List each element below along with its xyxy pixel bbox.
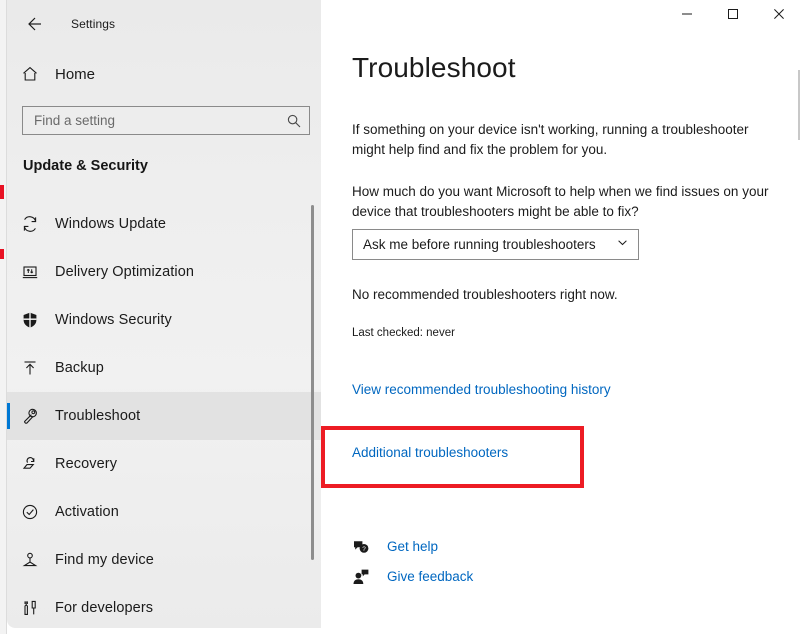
- refresh-icon: [7, 214, 53, 234]
- sidebar-item-label: Recovery: [55, 456, 118, 472]
- chevron-down-icon: [616, 236, 629, 254]
- wrench-icon: [7, 406, 53, 426]
- navigation-pane: Settings Home Find a setting Update & Se…: [7, 0, 321, 628]
- recommendation-status: No recommended troubleshooters right now…: [352, 287, 618, 302]
- close-icon: [773, 7, 785, 25]
- app-title: Settings: [71, 17, 116, 31]
- sidebar-item-activation[interactable]: Activation: [7, 488, 321, 536]
- annotation-highlight-box: [321, 426, 584, 488]
- question-paragraph: How much do you want Microsoft to help w…: [352, 184, 769, 219]
- sidebar-item-label: Delivery Optimization: [55, 264, 195, 280]
- sidebar-item-home-label: Home: [55, 65, 96, 83]
- delivery-optimization-icon: [7, 262, 53, 282]
- shield-icon: [7, 310, 53, 330]
- developer-tools-icon: [7, 598, 53, 618]
- search-icon[interactable]: [279, 113, 309, 129]
- search-input[interactable]: [23, 113, 279, 128]
- sidebar-item-home[interactable]: Home: [7, 54, 321, 94]
- maximize-button[interactable]: [710, 0, 756, 32]
- screen: Settings Home Find a setting Update & Se…: [0, 0, 802, 634]
- minimize-icon: [681, 7, 693, 25]
- upload-arrow-icon: [7, 358, 53, 378]
- feedback-person-icon: [352, 568, 374, 586]
- sidebar-item-label: Activation: [55, 504, 119, 520]
- maximize-icon: [727, 7, 739, 25]
- sidebar-item-for-developers[interactable]: For developers: [7, 584, 321, 628]
- back-button[interactable]: [11, 8, 57, 40]
- window-controls: [664, 0, 802, 32]
- content-pane: Troubleshoot If something on your device…: [321, 0, 802, 628]
- section-title: Update & Security: [23, 158, 148, 174]
- sidebar-item-backup[interactable]: Backup: [7, 344, 321, 392]
- find-device-icon: [7, 550, 53, 570]
- recovery-icon: [7, 454, 53, 474]
- sidebar-item-label: Windows Security: [55, 312, 172, 328]
- sidebar-item-troubleshoot[interactable]: Troubleshoot: [7, 392, 321, 440]
- titlebar: Settings: [7, 0, 321, 48]
- background-red-mark: [0, 185, 4, 199]
- view-history-link[interactable]: View recommended troubleshooting history: [352, 382, 611, 397]
- sidebar-item-label: Windows Update: [55, 216, 167, 232]
- sidebar-item-label: For developers: [55, 600, 154, 616]
- background-window-edge: [0, 0, 7, 634]
- check-circle-icon: [7, 502, 53, 522]
- get-help-link[interactable]: Get help: [387, 539, 438, 554]
- troubleshoot-preference-dropdown[interactable]: Ask me before running troubleshooters: [352, 229, 639, 260]
- svg-text:?: ?: [362, 546, 366, 553]
- sidebar-item-label: Find my device: [55, 552, 154, 568]
- minimize-button[interactable]: [664, 0, 710, 32]
- settings-window: Settings Home Find a setting Update & Se…: [7, 0, 802, 628]
- sidebar-item-label: Troubleshoot: [55, 408, 141, 424]
- sidebar-item-label: Backup: [55, 360, 104, 376]
- footer-links: ? Get help Give feedback: [352, 534, 473, 594]
- sidebar-item-delivery-optimization[interactable]: Delivery Optimization: [7, 248, 321, 296]
- get-help-row[interactable]: ? Get help: [352, 534, 473, 559]
- sidebar-item-windows-update[interactable]: Windows Update: [7, 200, 321, 248]
- back-arrow-icon: [24, 14, 44, 34]
- search-box[interactable]: [22, 106, 310, 135]
- intro-paragraph: If something on your device isn't workin…: [352, 122, 749, 157]
- give-feedback-link[interactable]: Give feedback: [387, 569, 473, 584]
- home-icon: [7, 64, 53, 84]
- sidebar-item-recovery[interactable]: Recovery: [7, 440, 321, 488]
- close-button[interactable]: [756, 0, 802, 32]
- dropdown-selected-value: Ask me before running troubleshooters: [363, 237, 596, 252]
- last-checked-status: Last checked: never: [352, 327, 455, 339]
- sidebar-item-windows-security[interactable]: Windows Security: [7, 296, 321, 344]
- sidebar-nav-list: Windows Update Delivery Optimization Win…: [7, 200, 321, 628]
- sidebar-scrollbar[interactable]: [311, 205, 314, 560]
- give-feedback-row[interactable]: Give feedback: [352, 564, 473, 589]
- help-bubble-icon: ?: [352, 538, 374, 556]
- sidebar-item-find-my-device[interactable]: Find my device: [7, 536, 321, 584]
- content-scrollbar[interactable]: [798, 70, 800, 140]
- page-title: Troubleshoot: [352, 52, 516, 83]
- background-red-mark: [0, 249, 4, 259]
